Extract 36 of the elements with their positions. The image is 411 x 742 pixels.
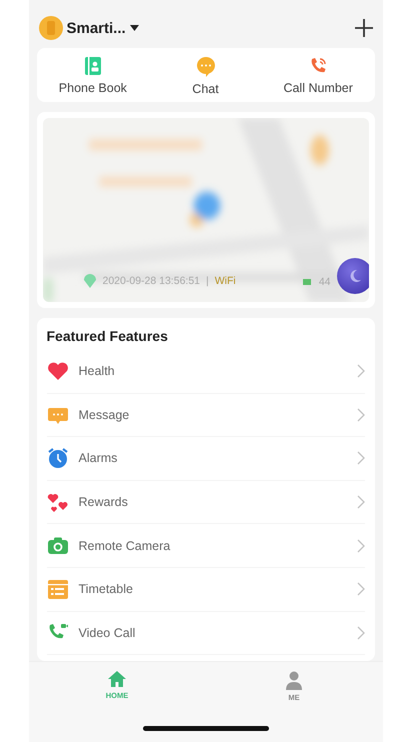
location-pin-icon (82, 274, 96, 288)
feature-row[interactable]: Timetable (46, 568, 364, 612)
chevron-right-icon (356, 408, 364, 422)
chevron-right-icon (356, 626, 364, 640)
chevron-right-icon (356, 364, 364, 378)
contact-book-icon (82, 56, 103, 76)
hearts-icon (46, 491, 68, 514)
person-icon (284, 670, 304, 690)
feature-row[interactable]: Health (46, 350, 364, 394)
separator: | (206, 275, 209, 287)
camera-icon (46, 536, 68, 556)
chevron-right-icon (356, 582, 364, 596)
chevron-right-icon (356, 538, 364, 553)
quick-action-button[interactable]: Chat (149, 48, 262, 102)
feature-row[interactable]: Alarms (46, 437, 364, 481)
quick-action-button[interactable]: Phone Book (36, 48, 150, 102)
feature-row[interactable]: Message (46, 394, 364, 438)
chevron-right-icon (356, 451, 364, 466)
watch-avatar-icon (38, 16, 62, 40)
device-name: Smarti... (66, 20, 126, 36)
device-selector[interactable]: Smarti... (38, 16, 139, 40)
section-title: Featured Features (46, 328, 169, 344)
feature-row[interactable]: Video Call (46, 612, 364, 656)
heart-icon (46, 361, 68, 382)
schedule-icon (46, 578, 68, 600)
timestamp: 2020-09-28 13:56:51 (102, 275, 200, 287)
dropdown-caret-icon (130, 25, 139, 31)
feature-row[interactable]: Remote Camera (46, 524, 364, 568)
chevron-right-icon (356, 495, 364, 510)
feature-row[interactable]: Rewards (46, 480, 364, 524)
network-label: WiFi (214, 275, 236, 287)
add-icon[interactable] (354, 19, 372, 37)
home-icon (107, 670, 127, 688)
alarm-clock-icon (46, 447, 68, 470)
quick-action-button[interactable]: Call Number (262, 48, 375, 102)
chat-bubble-icon (194, 54, 216, 76)
